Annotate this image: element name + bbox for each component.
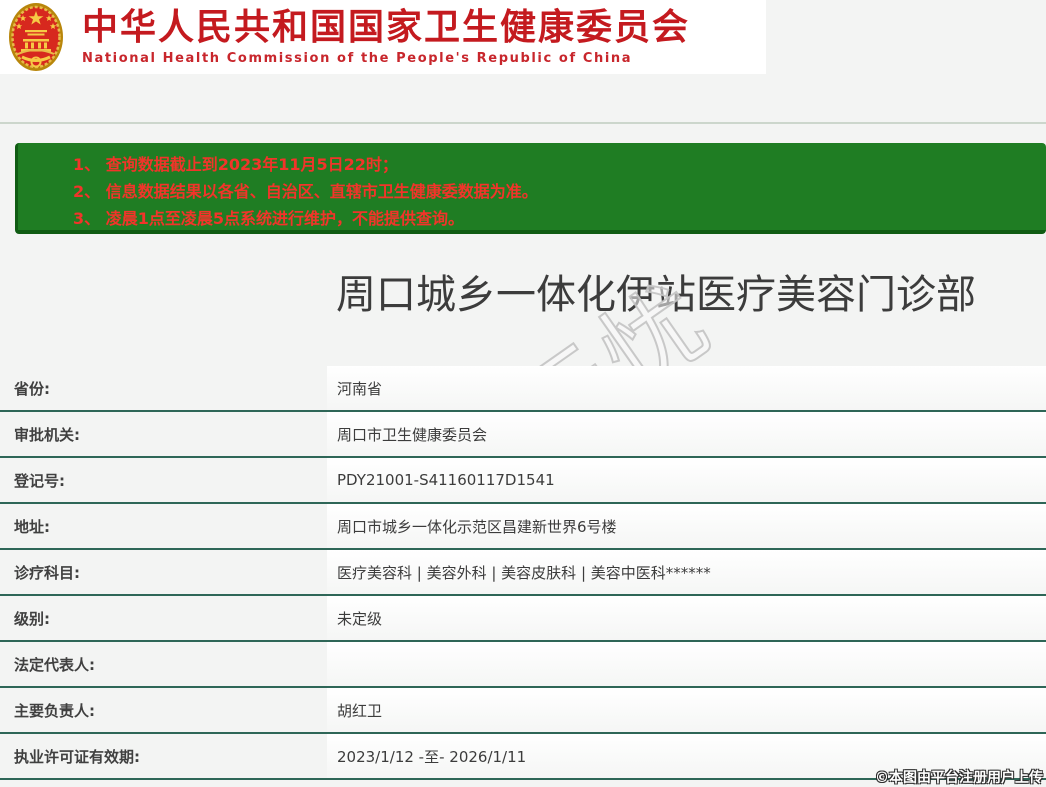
image-attribution: ©本图由平台注册用户上传	[875, 767, 1043, 787]
field-value: 周口市城乡一体化示范区昌建新世界6号楼	[327, 504, 1046, 548]
table-row: 登记号:PDY21001-S41160117D1541	[0, 458, 1046, 504]
table-row: 法定代表人:	[0, 642, 1046, 688]
field-label: 主要负责人:	[0, 688, 327, 732]
table-row: 诊疗科目:医疗美容科 | 美容外科 | 美容皮肤科 | 美容中医科******	[0, 550, 1046, 596]
notice-item: 3、 凌晨1点至凌晨5点系统进行维护，不能提供查询。	[73, 205, 1038, 232]
field-value: 河南省	[327, 366, 1046, 410]
field-label: 地址:	[0, 504, 327, 548]
notice-item: 1、 查询数据截止到2023年11月5日22时；	[73, 151, 1038, 178]
table-row: 地址:周口市城乡一体化示范区昌建新世界6号楼	[0, 504, 1046, 550]
site-title-chinese: 中华人民共和国国家卫生健康委员会	[82, 8, 690, 48]
field-label: 法定代表人:	[0, 642, 327, 686]
header-divider	[0, 122, 1046, 124]
field-label: 省份:	[0, 366, 327, 410]
site-title-english: National Health Commission of the People…	[82, 51, 690, 66]
notice-list: 1、 查询数据截止到2023年11月5日22时； 2、 信息数据结果以各省、自治…	[73, 151, 1038, 232]
field-value: 未定级	[327, 596, 1046, 640]
notice-box: 1、 查询数据截止到2023年11月5日22时； 2、 信息数据结果以各省、自治…	[15, 143, 1046, 234]
header-titles: 中华人民共和国国家卫生健康委员会 National Health Commiss…	[82, 8, 690, 66]
institution-name-title: 周口城乡一体化伊站医疗美容门诊部	[266, 270, 1046, 320]
field-value: 周口市卫生健康委员会	[327, 412, 1046, 456]
notice-item: 2、 信息数据结果以各省、自治区、直辖市卫生健康委数据为准。	[73, 178, 1038, 205]
field-label: 诊疗科目:	[0, 550, 327, 594]
site-header: 中华人民共和国国家卫生健康委员会 National Health Commiss…	[0, 0, 766, 74]
field-value: 胡红卫	[327, 688, 1046, 732]
field-value: PDY21001-S41160117D1541	[327, 458, 1046, 502]
institution-info-table: 省份:河南省审批机关:周口市卫生健康委员会登记号:PDY21001-S41160…	[0, 366, 1046, 780]
field-label: 登记号:	[0, 458, 327, 502]
field-label: 审批机关:	[0, 412, 327, 456]
table-row: 级别:未定级	[0, 596, 1046, 642]
prc-national-emblem-icon	[8, 2, 64, 72]
field-value: 医疗美容科 | 美容外科 | 美容皮肤科 | 美容中医科******	[327, 550, 1046, 594]
table-row: 省份:河南省	[0, 366, 1046, 412]
field-label: 执业许可证有效期:	[0, 734, 327, 778]
table-row: 主要负责人:胡红卫	[0, 688, 1046, 734]
table-row: 审批机关:周口市卫生健康委员会	[0, 412, 1046, 458]
field-value	[327, 642, 1046, 686]
field-label: 级别:	[0, 596, 327, 640]
